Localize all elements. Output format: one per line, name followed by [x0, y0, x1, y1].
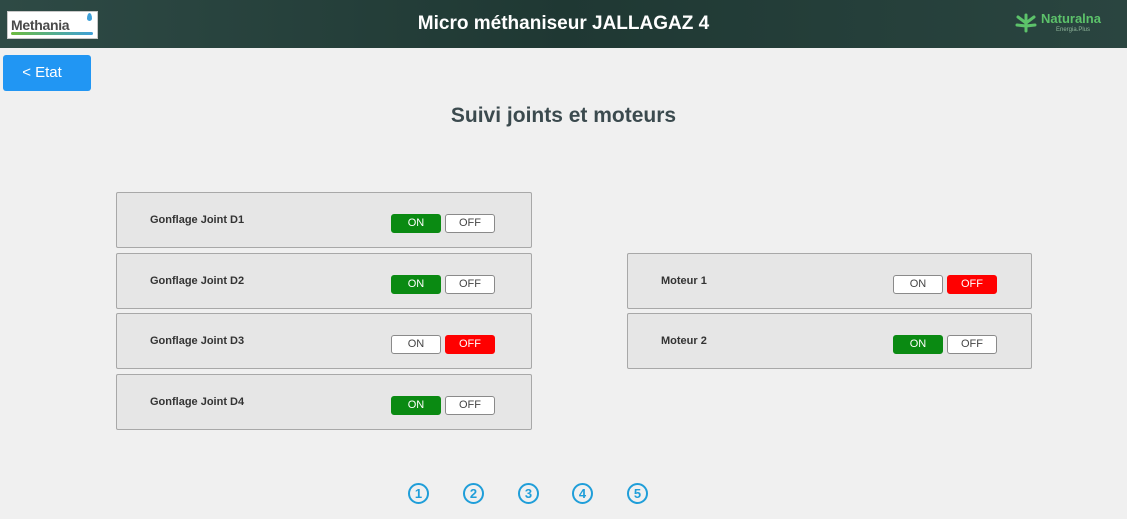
joint-label: Gonflage Joint D1 [150, 214, 245, 226]
off-button[interactable]: OFF [947, 335, 997, 354]
on-off-toggle: ON OFF [893, 275, 999, 294]
naturalna-leaf-icon [1015, 13, 1037, 33]
pagination: 1 2 3 4 5 [408, 483, 658, 509]
on-button[interactable]: ON [893, 335, 943, 354]
on-off-toggle: ON OFF [391, 275, 497, 294]
page-5-button[interactable]: 5 [627, 483, 648, 504]
off-button[interactable]: OFF [445, 214, 495, 233]
off-button[interactable]: OFF [445, 396, 495, 415]
off-button[interactable]: OFF [445, 275, 495, 294]
joint-card-d2: Gonflage Joint D2 ON OFF [116, 253, 532, 309]
on-button[interactable]: ON [893, 275, 943, 294]
on-off-toggle: ON OFF [391, 214, 497, 233]
page-2-button[interactable]: 2 [463, 483, 484, 504]
joint-card-d3: Gonflage Joint D3 ON OFF [116, 313, 532, 369]
off-button[interactable]: OFF [445, 335, 495, 354]
on-off-toggle: ON OFF [893, 335, 999, 354]
on-button[interactable]: ON [391, 396, 441, 415]
app-header: Methania Micro méthaniseur JALLAGAZ 4 Na… [0, 0, 1127, 48]
joint-label: Gonflage Joint D4 [150, 396, 245, 408]
off-button[interactable]: OFF [947, 275, 997, 294]
back-to-etat-button[interactable]: < Etat [3, 55, 91, 91]
on-off-toggle: ON OFF [391, 396, 497, 415]
on-off-toggle: ON OFF [391, 335, 497, 354]
joint-label: Gonflage Joint D3 [150, 335, 245, 347]
naturalna-brand: Naturalna [1041, 11, 1101, 26]
joint-card-d1: Gonflage Joint D1 ON OFF [116, 192, 532, 248]
motor-label: Moteur 2 [661, 335, 707, 347]
page-title: Suivi joints et moteurs [450, 104, 677, 127]
app-title: Micro méthaniseur JALLAGAZ 4 [417, 13, 710, 34]
on-button[interactable]: ON [391, 214, 441, 233]
page-3-button[interactable]: 3 [518, 483, 539, 504]
motor-card-1: Moteur 1 ON OFF [627, 253, 1032, 309]
on-button[interactable]: ON [391, 275, 441, 294]
joint-card-d4: Gonflage Joint D4 ON OFF [116, 374, 532, 430]
motor-card-2: Moteur 2 ON OFF [627, 313, 1032, 369]
page-1-button[interactable]: 1 [408, 483, 429, 504]
page-4-button[interactable]: 4 [572, 483, 593, 504]
naturalna-logo: Naturalna Energia.Plus [1014, 10, 1120, 38]
joint-label: Gonflage Joint D2 [150, 275, 245, 287]
motor-label: Moteur 1 [661, 275, 707, 287]
on-button[interactable]: ON [391, 335, 441, 354]
naturalna-tagline: Energia.Plus [1056, 27, 1091, 33]
